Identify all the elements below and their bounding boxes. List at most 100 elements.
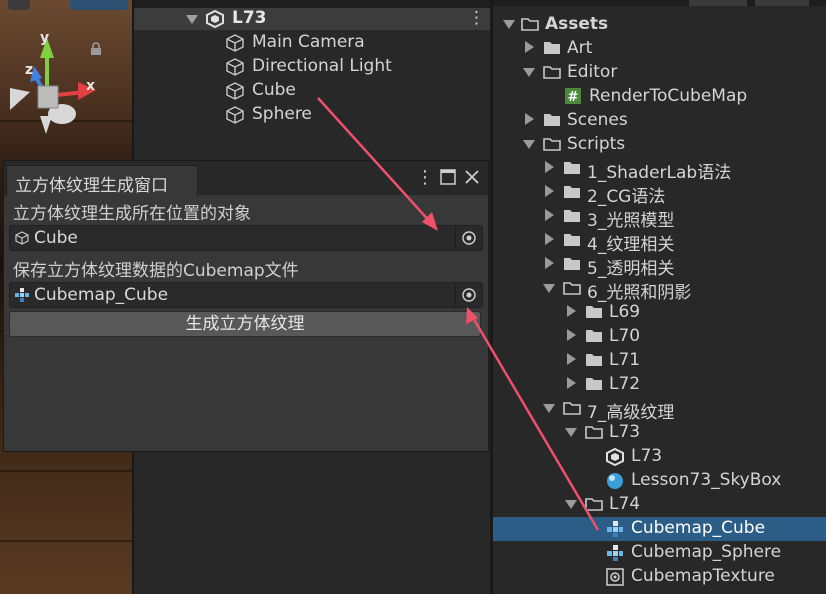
toolbar-button[interactable]	[689, 0, 747, 6]
axis-y-label: y	[40, 30, 50, 46]
field2-label: 保存立方体纹理数据的Cubemap文件	[13, 261, 299, 281]
collapse-arrow-icon[interactable]	[523, 140, 535, 149]
folder-open-icon	[521, 17, 539, 31]
collapse-arrow-icon[interactable]	[503, 20, 515, 29]
cubemap-asset-field[interactable]: Cubemap_Cube	[9, 282, 483, 308]
project-item-cubemap-sphere[interactable]: Cubemap_Sphere	[493, 541, 826, 565]
project-item-rendertocubemap[interactable]: # RenderToCubeMap	[493, 85, 826, 109]
collapse-arrow-icon[interactable]	[186, 15, 198, 24]
object-picker-button[interactable]	[455, 283, 482, 307]
axis-gizmo[interactable]	[0, 30, 100, 140]
expand-arrow-icon[interactable]	[545, 161, 554, 173]
field1-label: 立方体纹理生成所在位置的对象	[13, 204, 251, 224]
hierarchy-scene-row[interactable]: L73 ⋮	[134, 8, 492, 30]
project-folder-l73[interactable]: L73	[493, 421, 826, 445]
expand-arrow-icon[interactable]	[567, 353, 576, 365]
project-folder-scripts[interactable]: Scripts	[493, 133, 826, 157]
target-object-field[interactable]: Cube	[9, 225, 483, 251]
project-item-label: L69	[609, 302, 641, 322]
project-folder-l74[interactable]: L74	[493, 493, 826, 517]
generate-cubemap-button[interactable]: 生成立方体纹理	[9, 311, 481, 337]
project-item-label: CubemapTexture	[631, 566, 775, 586]
folder-open-icon	[563, 401, 581, 415]
close-icon[interactable]	[464, 169, 480, 185]
material-sphere-icon	[607, 473, 623, 489]
expand-arrow-icon[interactable]	[545, 233, 554, 245]
project-folder-texture[interactable]: 4_纹理相关	[493, 229, 826, 255]
project-item-label: L72	[609, 374, 641, 394]
object-picker-button[interactable]	[455, 226, 482, 250]
cubemap-icon	[607, 521, 623, 537]
project-item-label: Art	[567, 38, 593, 58]
expand-arrow-icon[interactable]	[545, 209, 554, 221]
expand-arrow-icon[interactable]	[545, 257, 554, 269]
project-item-label: RenderToCubeMap	[589, 86, 748, 106]
project-folder-editor[interactable]: Editor	[493, 61, 826, 85]
scene-name: L73	[232, 8, 267, 28]
project-item-label: Assets	[545, 14, 609, 34]
hierarchy-item-label: Directional Light	[252, 56, 392, 76]
project-item-cubemap-texture[interactable]: CubemapTexture	[493, 565, 826, 589]
project-folder-light-shadow[interactable]: 6_光照和阴影	[493, 277, 826, 303]
project-item-label: Lesson73_SkyBox	[631, 470, 782, 490]
project-folder-cg[interactable]: 2_CG语法	[493, 181, 826, 207]
project-folder-art[interactable]: Art	[493, 37, 826, 61]
expand-arrow-icon[interactable]	[545, 185, 554, 197]
window-tab[interactable]: 立方体纹理生成窗口	[6, 165, 198, 196]
folder-open-icon	[585, 425, 603, 439]
project-item-label: Editor	[567, 62, 618, 82]
more-options-icon[interactable]: ⋮	[468, 8, 485, 28]
project-item-label: Cubemap_Cube	[631, 518, 766, 538]
project-item-label: 4_纹理相关	[587, 235, 675, 255]
folder-icon	[563, 209, 581, 223]
folder-icon	[563, 257, 581, 271]
project-folder-l70[interactable]: L70	[493, 325, 826, 349]
project-item-cubemap-cube[interactable]: Cubemap_Cube	[493, 517, 826, 541]
texture-icon	[606, 568, 624, 586]
folder-open-icon	[543, 137, 561, 151]
project-item-label: 5_透明相关	[587, 259, 675, 279]
collapse-arrow-icon[interactable]	[543, 404, 555, 413]
expand-arrow-icon[interactable]	[567, 329, 576, 341]
folder-icon	[563, 161, 581, 175]
collapse-arrow-icon[interactable]	[565, 428, 577, 437]
project-item-l73-scene[interactable]: L73	[493, 445, 826, 469]
project-item-lesson73-skybox[interactable]: Lesson73_SkyBox	[493, 469, 826, 493]
project-item-label: L74	[609, 494, 641, 514]
scene-toolbar-button[interactable]	[70, 0, 128, 10]
project-folder-l69[interactable]: L69	[493, 301, 826, 325]
toolbar-button[interactable]	[755, 0, 809, 6]
project-item-label: 3_光照模型	[587, 211, 675, 231]
project-folder-advanced-texture[interactable]: 7_高级纹理	[493, 397, 826, 423]
project-folder-transparency[interactable]: 5_透明相关	[493, 253, 826, 279]
project-item-label: Cubemap_Sphere	[631, 542, 782, 562]
svg-text:#: #	[568, 90, 579, 104]
lock-icon[interactable]	[90, 42, 102, 56]
scene-toolbar-button[interactable]	[8, 0, 30, 10]
project-item-label: Scenes	[567, 110, 628, 130]
expand-arrow-icon[interactable]	[567, 377, 576, 389]
collapse-arrow-icon[interactable]	[543, 284, 555, 293]
project-folder-l71[interactable]: L71	[493, 349, 826, 373]
folder-open-icon	[563, 281, 581, 295]
hierarchy-item-label: Sphere	[252, 104, 312, 124]
project-folder-shaderlab[interactable]: 1_ShaderLab语法	[493, 157, 826, 183]
folder-open-icon	[543, 65, 561, 79]
axis-z-label: z	[25, 62, 34, 78]
project-folder-scenes[interactable]: Scenes	[493, 109, 826, 133]
project-folder-assets[interactable]: Assets	[493, 13, 826, 37]
expand-arrow-icon[interactable]	[567, 305, 576, 317]
collapse-arrow-icon[interactable]	[523, 68, 535, 77]
expand-arrow-icon[interactable]	[525, 41, 534, 53]
window-tab-bar: 立方体纹理生成窗口 ⋮	[4, 161, 488, 196]
unity-scene-icon	[206, 10, 224, 28]
more-options-icon[interactable]: ⋮	[416, 167, 434, 188]
folder-icon	[563, 185, 581, 199]
collapse-arrow-icon[interactable]	[565, 500, 577, 509]
project-folder-l72[interactable]: L72	[493, 373, 826, 397]
hierarchy-item-label: Main Camera	[252, 32, 365, 52]
project-folder-lighting-model[interactable]: 3_光照模型	[493, 205, 826, 231]
expand-arrow-icon[interactable]	[525, 113, 534, 125]
maximize-icon[interactable]	[440, 169, 456, 185]
gameobject-cube-icon	[226, 106, 244, 124]
